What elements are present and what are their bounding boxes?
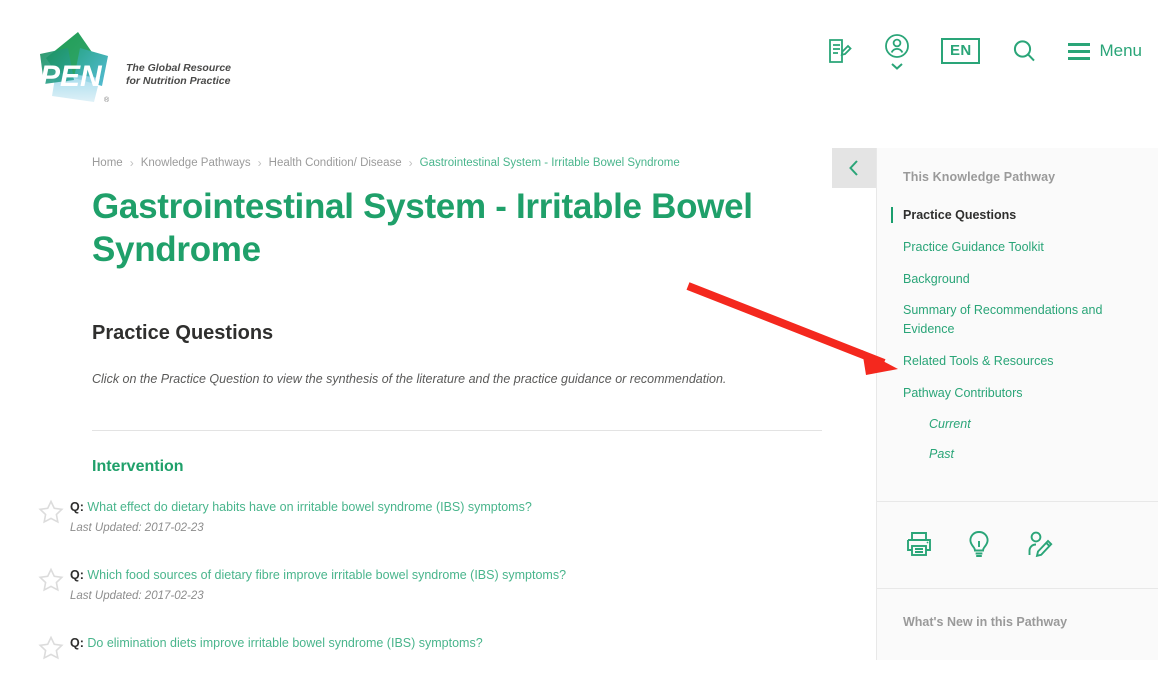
breadcrumb-separator: › bbox=[257, 156, 262, 170]
whats-new-clipped-content bbox=[903, 651, 1132, 659]
question-body: Q: What effect do dietary habits have on… bbox=[70, 498, 838, 534]
question-prefix: Q: bbox=[70, 568, 84, 583]
sidebar-nav-list: Practice Questions Practice Guidance Too… bbox=[891, 206, 1134, 464]
section-heading: Practice Questions bbox=[92, 322, 274, 344]
chevron-left-icon bbox=[849, 160, 858, 176]
breadcrumb-item-knowledge-pathways[interactable]: Knowledge Pathways bbox=[141, 157, 251, 169]
knowledge-pathway-sidebar: This Knowledge Pathway Practice Question… bbox=[876, 148, 1158, 660]
question-link[interactable]: Which food sources of dietary fibre impr… bbox=[87, 568, 566, 582]
sidebar-item-practice-guidance-toolkit[interactable]: Practice Guidance Toolkit bbox=[903, 238, 1134, 257]
print-icon[interactable] bbox=[903, 528, 935, 560]
question-last-updated: Last Updated: 2017-02-23 bbox=[70, 590, 204, 603]
account-icon[interactable] bbox=[883, 32, 911, 70]
question-last-updated: Last Updated: 2017-02-23 bbox=[70, 522, 204, 535]
question-text: Q: What effect do dietary habits have on… bbox=[70, 498, 838, 516]
contribute-icon[interactable] bbox=[1023, 528, 1055, 560]
sidebar-item-label[interactable]: Related Tools & Resources bbox=[903, 352, 1134, 371]
menu-label: Menu bbox=[1099, 41, 1142, 60]
breadcrumb-item-health-condition[interactable]: Health Condition/ Disease bbox=[269, 157, 402, 169]
sidebar-nav-section: This Knowledge Pathway Practice Question… bbox=[877, 148, 1158, 502]
sidebar-item-label[interactable]: Practice Questions bbox=[903, 206, 1134, 225]
breadcrumb: Home › Knowledge Pathways › Health Condi… bbox=[92, 156, 680, 170]
question-body: Q: Which food sources of dietary fibre i… bbox=[70, 566, 838, 602]
sidebar-collapse-button[interactable] bbox=[832, 148, 876, 188]
intro-note: Click on the Practice Question to view t… bbox=[92, 372, 727, 386]
sidebar-item-related-tools-resources[interactable]: Related Tools & Resources bbox=[903, 352, 1134, 371]
main-content: Home › Knowledge Pathways › Health Condi… bbox=[0, 136, 876, 660]
notes-icon[interactable] bbox=[825, 37, 853, 65]
search-icon[interactable] bbox=[1010, 37, 1038, 65]
sidebar-item-practice-questions[interactable]: Practice Questions bbox=[891, 206, 1134, 225]
whats-new-title: What's New in this Pathway bbox=[903, 614, 1068, 629]
sidebar-actions-section bbox=[877, 502, 1158, 589]
sidebar-item-background[interactable]: Background bbox=[903, 270, 1134, 289]
sidebar-item-summary-of-recommendations[interactable]: Summary of Recommendations and Evidence bbox=[903, 301, 1134, 339]
question-prefix: Q: bbox=[70, 500, 84, 514]
question-link[interactable]: What effect do dietary habits have on ir… bbox=[87, 500, 531, 514]
site-logo[interactable]: PEN ® The Global Resource for Nutrition … bbox=[22, 28, 231, 106]
language-label: EN bbox=[941, 38, 981, 64]
question-body: Q: Do elimination diets improve irritabl… bbox=[70, 634, 838, 652]
breadcrumb-item-home[interactable]: Home bbox=[92, 157, 123, 169]
practice-question-list: Q: What effect do dietary habits have on… bbox=[38, 498, 838, 693]
list-item: Q: Do elimination diets improve irritabl… bbox=[38, 634, 838, 661]
chevron-down-icon bbox=[891, 63, 903, 70]
favorite-star-icon[interactable] bbox=[38, 498, 70, 525]
list-item: Q: Which food sources of dietary fibre i… bbox=[38, 566, 838, 602]
sidebar-item-label[interactable]: Background bbox=[903, 270, 1134, 289]
sidebar-title: This Knowledge Pathway bbox=[903, 170, 1056, 184]
menu-button[interactable]: Menu bbox=[1068, 41, 1142, 61]
question-text: Q: Do elimination diets improve irritabl… bbox=[70, 634, 838, 652]
favorite-star-icon[interactable] bbox=[38, 566, 70, 593]
question-prefix: Q: bbox=[70, 636, 84, 651]
header-tools: EN Menu bbox=[825, 32, 1142, 70]
sidebar-item-label[interactable]: Summary of Recommendations and Evidence bbox=[903, 301, 1134, 339]
lightbulb-icon[interactable] bbox=[963, 528, 995, 560]
page-title: Gastrointestinal System - Irritable Bowe… bbox=[92, 187, 753, 269]
breadcrumb-separator: › bbox=[129, 156, 134, 170]
sidebar-item-label[interactable]: Past bbox=[929, 445, 1134, 464]
language-selector[interactable]: EN bbox=[941, 38, 981, 64]
breadcrumb-separator: › bbox=[408, 156, 413, 170]
sidebar-item-label[interactable]: Pathway Contributors bbox=[903, 384, 1134, 403]
tagline-line-2: for Nutrition Practice bbox=[126, 75, 231, 87]
sidebar-item-label[interactable]: Current bbox=[929, 415, 1134, 434]
question-group-heading: Intervention bbox=[92, 458, 184, 475]
content-divider bbox=[92, 430, 822, 431]
whats-new-section: What's New in this Pathway bbox=[877, 589, 1158, 679]
site-header: PEN ® The Global Resource for Nutrition … bbox=[0, 0, 1158, 136]
sidebar-item-current[interactable]: Current bbox=[929, 415, 1134, 434]
pen-diamond-logo: PEN ® bbox=[22, 28, 120, 106]
question-link[interactable]: Do elimination diets improve irritable b… bbox=[87, 636, 482, 650]
sidebar-item-pathway-contributors[interactable]: Pathway Contributors bbox=[903, 384, 1134, 403]
question-text: Q: Which food sources of dietary fibre i… bbox=[70, 566, 838, 584]
favorite-star-icon[interactable] bbox=[38, 634, 70, 661]
breadcrumb-item-current: Gastrointestinal System - Irritable Bowe… bbox=[419, 157, 680, 169]
svg-text:PEN: PEN bbox=[40, 60, 103, 93]
sidebar-item-past[interactable]: Past bbox=[929, 445, 1134, 464]
list-item: Q: What effect do dietary habits have on… bbox=[38, 498, 838, 534]
sidebar-item-label[interactable]: Practice Guidance Toolkit bbox=[903, 238, 1134, 257]
logo-tagline: The Global Resource for Nutrition Practi… bbox=[126, 62, 231, 88]
svg-text:®: ® bbox=[104, 96, 110, 104]
hamburger-icon bbox=[1068, 42, 1091, 60]
tagline-line-1: The Global Resource bbox=[126, 62, 232, 74]
